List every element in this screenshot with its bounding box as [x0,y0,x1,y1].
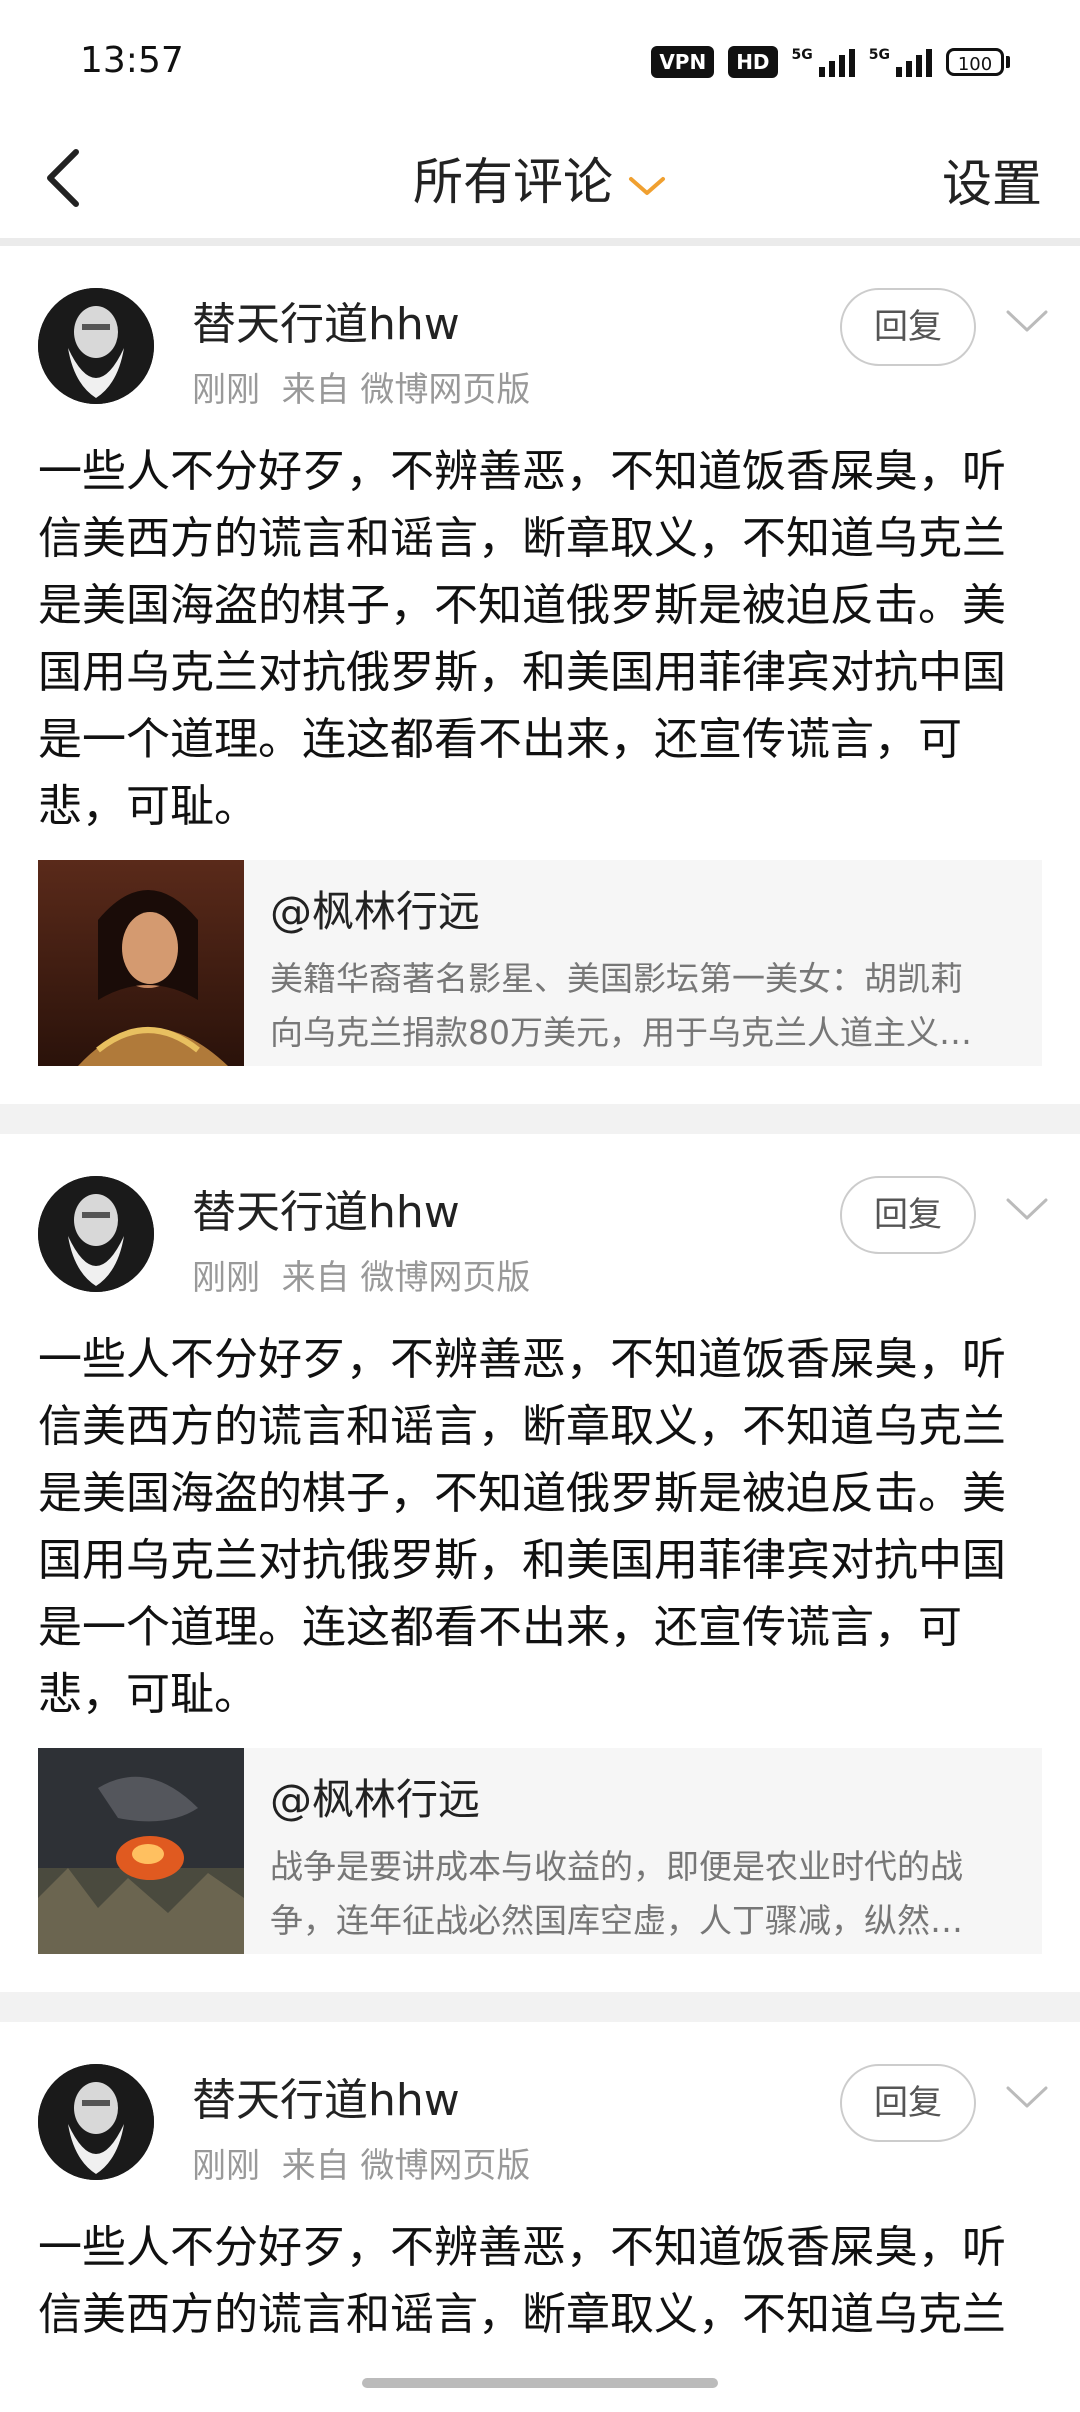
chevron-down-icon[interactable] [1004,2082,1050,2112]
comment-text: 一些人不分好歹，不辨善恶，不知道饭香屎臭，听 信美西方的谎言和谣言，断章取义，不… [38,2222,1006,2340]
username[interactable]: 替天行道hhw [192,1176,460,1240]
avatar[interactable] [38,2064,154,2180]
comment-card: 替天行道hhw 刚刚 来自 微博网页版 回复 一些人不分好歹，不辨善恶，不知道饭… [0,246,1080,1104]
status-icons: VPN HD 5G 5G 100 [651,44,1010,80]
reply-button[interactable]: 回复 [840,1176,976,1254]
quoted-excerpt-line: 战争是要讲成本与收益的，即便是农业时代的战 [270,1847,963,1886]
signal-icon-2: 5G [869,47,932,77]
hd-badge: HD [728,46,778,78]
comment-time: 刚刚 [192,2146,260,2186]
comment-time: 刚刚 [192,1258,260,1298]
username[interactable]: 替天行道hhw [192,2064,460,2128]
signal-label: 5G [791,47,813,63]
quoted-author: @枫林行远 [270,1775,481,1824]
comment-source: 来自 微博网页版 [281,370,531,410]
comment-source: 来自 微博网页版 [281,1258,531,1298]
chevron-down-icon [629,176,665,195]
comment-time: 刚刚 [192,370,260,410]
avatar[interactable] [38,288,154,404]
reply-button[interactable]: 回复 [840,2064,976,2142]
battery-level: 100 [946,48,1004,76]
quoted-excerpt-line: 美籍华裔著名影星、美国影坛第一美女：胡凯莉 [270,959,963,998]
status-bar: 13:57 VPN HD 5G 5G 100 [0,0,1080,120]
comment-filter-dropdown[interactable]: 所有评论 [0,142,1080,214]
comment-card: 替天行道hhw 刚刚 来自 微博网页版 回复 一些人不分好歹，不辨善恶，不知道饭… [0,1134,1080,1992]
comment-meta: 刚刚 来自 微博网页版 [192,1250,530,1299]
home-indicator[interactable] [362,2378,718,2388]
avatar[interactable] [38,1176,154,1292]
quoted-post-thumbnail [38,860,244,1066]
quoted-author: @枫林行远 [270,887,481,936]
comment-source: 来自 微博网页版 [281,2146,531,2186]
username[interactable]: 替天行道hhw [192,288,460,352]
quoted-post[interactable]: @枫林行远 美籍华裔著名影星、美国影坛第一美女：胡凯莉 向乌克兰捐款80万美元，… [38,860,1042,1066]
battery-icon: 100 [946,48,1010,76]
comment-card: 替天行道hhw 刚刚 来自 微博网页版 回复 一些人不分好歹，不辨善恶，不知道饭… [0,2022,1080,2412]
comment-meta: 刚刚 来自 微博网页版 [192,2138,530,2187]
status-time: 13:57 [80,40,184,81]
chevron-down-icon[interactable] [1004,306,1050,336]
quoted-excerpt-line: 争，连年征战必然国库空虚，人丁骤减，纵然… [270,1901,963,1940]
quoted-excerpt-line: 向乌克兰捐款80万美元，用于乌克兰人道主义… [270,1013,972,1052]
page-title: 所有评论 [413,153,613,211]
vpn-badge: VPN [651,46,715,78]
quoted-excerpt: 战争是要讲成本与收益的，即便是农业时代的战 争，连年征战必然国库空虚，人丁骤减，… [270,1840,1020,1948]
quoted-post-thumbnail [38,1748,244,1954]
reply-button[interactable]: 回复 [840,288,976,366]
signal-label-2: 5G [868,47,890,63]
nav-bar: 所有评论 设置 [0,120,1080,246]
quoted-excerpt: 美籍华裔著名影星、美国影坛第一美女：胡凯莉 向乌克兰捐款80万美元，用于乌克兰人… [270,952,1020,1060]
signal-icon: 5G [792,47,855,77]
comment-text: 一些人不分好歹，不辨善恶，不知道饭香屎臭，听 信美西方的谎言和谣言，断章取义，不… [38,1334,1006,1720]
chevron-down-icon[interactable] [1004,1194,1050,1224]
quoted-post[interactable]: @枫林行远 战争是要讲成本与收益的，即便是农业时代的战 争，连年征战必然国库空虚… [38,1748,1042,1954]
comment-text: 一些人不分好歹，不辨善恶，不知道饭香屎臭，听 信美西方的谎言和谣言，断章取义，不… [38,446,1006,832]
comment-meta: 刚刚 来自 微博网页版 [192,362,530,411]
settings-button[interactable]: 设置 [942,144,1042,216]
